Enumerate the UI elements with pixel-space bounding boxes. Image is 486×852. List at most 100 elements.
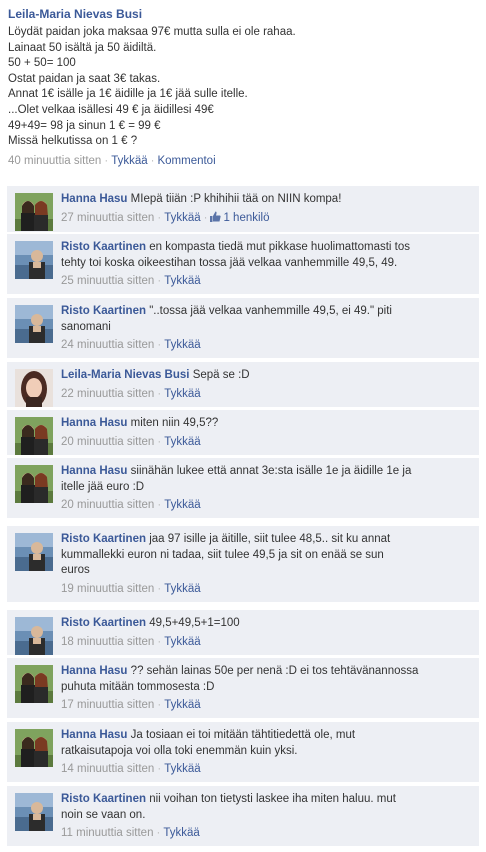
post-author[interactable]: Leila-Maria Nievas Busi xyxy=(8,6,478,22)
comment-like-link[interactable]: Tykkää xyxy=(164,212,200,224)
comment-text: siinähän lukee että annat 3e:sta isälle … xyxy=(130,465,412,477)
comment-timestamp[interactable]: 19 minuuttia sitten xyxy=(61,583,154,595)
comment-item: Risto Kaartinen en kompasta tiedä mut pi… xyxy=(7,234,479,295)
separator: · xyxy=(157,387,162,400)
post-line: 50 + 50= 100 xyxy=(8,57,76,70)
comment-line: Risto Kaartinen jaa 97 isille ja äitille… xyxy=(61,532,473,548)
comment-meta: 18 minuuttia sitten · Tykkää xyxy=(61,634,473,650)
avatar[interactable] xyxy=(15,533,53,571)
comment-like-link[interactable]: Tykkää xyxy=(164,388,200,400)
separator: · xyxy=(157,635,162,648)
separator: · xyxy=(157,763,162,775)
comment-line: Risto Kaartinen "..tossa jää velkaa vanh… xyxy=(61,304,473,320)
comment-like-link[interactable]: Tykkää xyxy=(164,636,200,648)
comment-item: Hanna Hasu miten niin 49,5?? 20 minuuttia… xyxy=(7,410,479,456)
comment-like-link[interactable]: Tykkää xyxy=(164,763,200,775)
comment-author[interactable]: Hanna Hasu xyxy=(61,729,127,741)
comment-meta: 27 minuuttia sitten · Tykkää · 1 henkilö xyxy=(61,210,473,227)
comment-timestamp[interactable]: 20 minuuttia sitten xyxy=(61,499,154,511)
separator: · xyxy=(157,699,162,711)
post-line: Lainaat 50 isältä ja 50 äidiltä. xyxy=(8,41,157,54)
comment-timestamp[interactable]: 25 minuuttia sitten xyxy=(61,275,154,287)
comment-item: Risto Kaartinen jaa 97 isille ja äitille… xyxy=(7,526,479,603)
comment-meta: 20 minuuttia sitten · Tykkää xyxy=(61,434,473,450)
comment-line: Risto Kaartinen en kompasta tiedä mut pi… xyxy=(61,240,473,256)
avatar[interactable] xyxy=(15,417,53,455)
comment-timestamp[interactable]: 22 minuuttia sitten xyxy=(61,388,154,400)
post-meta: 40 minuuttia sitten · Tykkää · Kommentoi xyxy=(8,153,478,169)
comment-line: Hanna Hasu Ja tosiaan ei toi mitään täht… xyxy=(61,728,473,744)
comment-item: Leila-Maria Nievas Busi Sepä se :D 22 min… xyxy=(7,362,479,408)
comment-author[interactable]: Hanna Hasu xyxy=(61,193,127,205)
avatar[interactable] xyxy=(15,305,53,343)
comment-like-link[interactable]: Tykkää xyxy=(163,827,199,839)
comment-text: 49,5+49,5+1=100 xyxy=(149,617,240,629)
comment-like-link[interactable]: Tykkää xyxy=(164,499,200,511)
comment-author[interactable]: Leila-Maria Nievas Busi xyxy=(61,369,189,381)
post-line: Annat 1€ isälle ja 1€ äidille ja 1€ jää … xyxy=(8,88,248,101)
separator: · xyxy=(156,827,161,839)
comment-line: Risto Kaartinen nii voihan ton tietysti … xyxy=(61,792,473,808)
post-line: Löydät paidan joka maksaa 97€ mutta sull… xyxy=(8,26,296,38)
comment-like-link[interactable]: Tykkää xyxy=(164,436,200,448)
avatar[interactable] xyxy=(15,369,53,407)
comment-item: Risto Kaartinen 49,5+49,5+1=100 18 minuut… xyxy=(7,610,479,656)
avatar[interactable] xyxy=(15,193,53,231)
comment-line: Hanna Hasu miten niin 49,5?? xyxy=(61,416,473,432)
comment-author[interactable]: Risto Kaartinen xyxy=(61,305,146,317)
comment-like-link[interactable]: Tykkää xyxy=(164,275,200,287)
comment-line: ratkaisutapoja voi olla toki enemmän kui… xyxy=(61,744,473,760)
avatar[interactable] xyxy=(15,465,53,503)
comment-author[interactable]: Hanna Hasu xyxy=(61,465,127,477)
comment-text: en kompasta tiedä mut pikkase huolimatto… xyxy=(149,241,410,253)
comment-timestamp[interactable]: 17 minuuttia sitten xyxy=(61,699,154,711)
thumbs-up-icon xyxy=(210,211,222,227)
comment-meta: 25 minuuttia sitten · Tykkää xyxy=(61,273,473,289)
comment-author[interactable]: Hanna Hasu xyxy=(61,417,127,429)
avatar[interactable] xyxy=(15,665,53,703)
like-count-link[interactable]: 1 henkilö xyxy=(210,211,270,227)
post-line: Ostat paidan ja saat 3€ takas. xyxy=(8,72,161,85)
comment-text: itelle jää euro :D xyxy=(61,480,145,493)
post-timestamp[interactable]: 40 minuuttia sitten xyxy=(8,155,101,167)
comment-author[interactable]: Risto Kaartinen xyxy=(61,793,146,805)
comment-line: kummallekki euron ni tadaa, siit tulee 4… xyxy=(61,548,473,564)
comment-text: kummallekki euron ni tadaa, siit tulee 4… xyxy=(61,548,384,561)
comment-author[interactable]: Risto Kaartinen xyxy=(61,533,146,545)
comment-timestamp[interactable]: 20 minuuttia sitten xyxy=(61,436,154,448)
comment-like-link[interactable]: Tykkää xyxy=(164,699,200,711)
separator: · xyxy=(203,211,208,224)
separator: · xyxy=(157,499,162,511)
comment-text: jaa 97 isille ja äitille, siit tulee 48,… xyxy=(149,533,391,545)
comment-like-link[interactable]: Tykkää xyxy=(164,339,200,351)
comment-timestamp[interactable]: 11 minuuttia sitten xyxy=(61,827,153,839)
avatar[interactable] xyxy=(15,793,53,831)
comment-like-link[interactable]: Tykkää xyxy=(164,583,200,595)
comment-author[interactable]: Risto Kaartinen xyxy=(61,617,146,629)
comment-meta: 11 minuuttia sitten · Tykkää xyxy=(61,825,473,841)
comment-meta: 22 minuuttia sitten · Tykkää xyxy=(61,386,473,402)
comment-text: Sepä se :D xyxy=(192,369,250,381)
comment-meta: 19 minuuttia sitten · Tykkää xyxy=(61,581,473,597)
comment-line: Hanna Hasu MIepä tiiän :P khihihii tää o… xyxy=(61,192,473,208)
separator: · xyxy=(157,211,162,224)
separator: · xyxy=(157,582,162,595)
comment-text: tehty toi koska oikeestihan tossa jää ve… xyxy=(61,256,398,269)
avatar[interactable] xyxy=(15,729,53,767)
avatar[interactable] xyxy=(15,241,53,279)
post-line: 49+49= 98 ja sinun 1 € = 99 € xyxy=(8,119,161,132)
avatar[interactable] xyxy=(15,617,53,655)
comment-timestamp[interactable]: 18 minuuttia sitten xyxy=(61,636,154,648)
comment-author[interactable]: Risto Kaartinen xyxy=(61,241,146,253)
post-comment-link[interactable]: Kommentoi xyxy=(157,155,215,167)
post-line: ...Olet velkaa isällesi 49 € ja äidilles… xyxy=(8,103,214,116)
comment-timestamp[interactable]: 14 minuuttia sitten xyxy=(61,763,154,775)
separator: · xyxy=(104,154,109,167)
comment-line: Hanna Hasu siinähän lukee että annat 3e:… xyxy=(61,464,473,480)
comment-text: noin se vaan on. xyxy=(61,808,146,821)
comment-timestamp[interactable]: 24 minuuttia sitten xyxy=(61,339,154,351)
separator: · xyxy=(157,435,162,448)
post-like-link[interactable]: Tykkää xyxy=(111,155,147,167)
comment-author[interactable]: Hanna Hasu xyxy=(61,665,127,677)
comment-timestamp[interactable]: 27 minuuttia sitten xyxy=(61,212,154,224)
